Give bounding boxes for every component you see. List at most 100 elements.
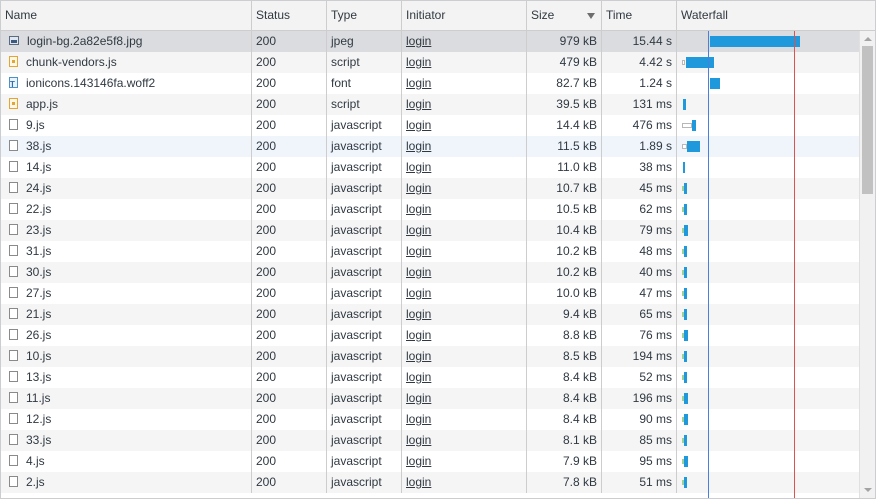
request-row[interactable]: ionicons.143146fa.woff2 200font login 82.7 … <box>1 73 859 94</box>
request-name-cell[interactable]: 31.js <box>1 241 252 262</box>
request-name-cell[interactable]: 22.js <box>1 199 252 220</box>
column-header-type[interactable]: Type <box>327 1 402 30</box>
scrollbar-thumb[interactable] <box>862 46 873 194</box>
request-name-cell[interactable]: 14.js <box>1 157 252 178</box>
column-header-waterfall[interactable]: Waterfall <box>677 1 875 30</box>
request-name: 11.js <box>26 391 51 405</box>
request-row[interactable]: 10.js 200 javascript login 8.5 kB 194 ms <box>1 346 859 367</box>
request-name-cell[interactable]: 21.js <box>1 304 252 325</box>
request-name-cell[interactable]: chunk-vendors.js <box>1 52 252 73</box>
request-size: 8.1 kB <box>527 430 602 451</box>
document-file-icon <box>9 392 18 404</box>
request-size: 10.4 kB <box>527 220 602 241</box>
initiator-link[interactable]: login <box>406 454 431 468</box>
request-row[interactable]: chunk-vendors.js 200 script login 479 kB 4.42… <box>1 52 859 73</box>
request-status: 200 <box>252 241 327 262</box>
request-name-cell[interactable]: 12.js <box>1 409 252 430</box>
request-name-cell[interactable]: 33.js <box>1 430 252 451</box>
request-row[interactable]: 24.js 200 javascript login 10.7 kB 45 ms <box>1 178 859 199</box>
initiator-link[interactable]: login <box>406 265 431 279</box>
request-name-cell[interactable]: login-bg.2a82e5f8.jpg <box>1 31 252 52</box>
initiator-link[interactable]: login <box>406 370 431 384</box>
request-name-cell[interactable]: 24.js <box>1 178 252 199</box>
initiator-link[interactable]: login <box>406 286 431 300</box>
request-name-cell[interactable]: 23.js <box>1 220 252 241</box>
column-header-size[interactable]: Size <box>527 1 602 30</box>
request-name: 4.js <box>26 454 45 468</box>
request-row[interactable]: 27.js 200 javascript login 10.0 kB 47 ms <box>1 283 859 304</box>
initiator-link[interactable]: login <box>406 181 431 195</box>
column-header-initiator[interactable]: Initiator <box>402 1 527 30</box>
column-header-name[interactable]: Name <box>1 1 252 30</box>
request-size: 8.4 kB <box>527 367 602 388</box>
request-row[interactable]: login-bg.2a82e5f8.jpg 200 jpeg login 979 kB 1… <box>1 31 859 52</box>
request-name-cell[interactable]: 38.js <box>1 136 252 157</box>
initiator-link[interactable]: login <box>406 34 431 48</box>
initiator-link[interactable]: login <box>406 412 431 426</box>
initiator-link[interactable]: login <box>406 244 431 258</box>
request-waterfall <box>677 52 859 73</box>
initiator-link[interactable]: login <box>406 202 431 216</box>
request-initiator-cell: login <box>402 136 527 157</box>
initiator-link[interactable]: login <box>406 475 431 489</box>
request-row[interactable]: 14.js 200 javascript login 11.0 kB 38 ms <box>1 157 859 178</box>
initiator-link[interactable]: login <box>406 76 431 90</box>
initiator-link[interactable]: login <box>406 307 431 321</box>
request-name-cell[interactable]: 30.js <box>1 262 252 283</box>
request-name-cell[interactable]: 27.js <box>1 283 252 304</box>
request-name-cell[interactable]: 13.js <box>1 367 252 388</box>
script-file-icon <box>9 98 18 110</box>
column-header-row: Name Status Type Initiator Size Time Wat… <box>1 1 875 31</box>
request-row[interactable]: 26.js 200 javascript login 8.8 kB 76 ms <box>1 325 859 346</box>
initiator-link[interactable]: login <box>406 349 431 363</box>
request-row[interactable]: 21.js 200 javascript login 9.4 kB 65 ms <box>1 304 859 325</box>
request-name-cell[interactable]: 11.js <box>1 388 252 409</box>
request-size: 479 kB <box>527 52 602 73</box>
request-size: 7.8 kB <box>527 472 602 493</box>
column-header-time[interactable]: Time <box>602 1 677 30</box>
column-header-status[interactable]: Status <box>252 1 327 30</box>
request-row[interactable]: 11.js 200 javascript login 8.4 kB 196 ms <box>1 388 859 409</box>
request-row[interactable]: 13.js 200 javascript login 8.4 kB 52 ms <box>1 367 859 388</box>
request-row[interactable]: 38.js 200 javascript login 11.5 kB 1.89 s <box>1 136 859 157</box>
request-row[interactable]: app.js 200 script login 39.5 kB 131 ms <box>1 94 859 115</box>
initiator-link[interactable]: login <box>406 328 431 342</box>
initiator-link[interactable]: login <box>406 139 431 153</box>
initiator-link[interactable]: login <box>406 223 431 237</box>
scroll-up-arrow-icon[interactable] <box>864 37 872 41</box>
request-row[interactable]: 31.js 200 javascript login 10.2 kB 48 ms <box>1 241 859 262</box>
request-row[interactable]: 30.js 200 javascript login 10.2 kB 40 ms <box>1 262 859 283</box>
request-row[interactable]: 4.js 200 javascript login 7.9 kB 95 ms <box>1 451 859 472</box>
vertical-scrollbar[interactable] <box>859 31 875 498</box>
request-name-cell[interactable]: 26.js <box>1 325 252 346</box>
request-row[interactable]: 22.js 200 javascript login 10.5 kB 62 ms <box>1 199 859 220</box>
request-initiator-cell: login <box>402 283 527 304</box>
request-time: 1.24 s <box>602 73 677 94</box>
request-initiator-cell: login <box>402 52 527 73</box>
request-name-cell[interactable]: 4.js <box>1 451 252 472</box>
request-name-cell[interactable]: ionicons.143146fa.woff2 <box>1 73 252 94</box>
request-name-cell[interactable]: app.js <box>1 94 252 115</box>
request-status: 200 <box>252 472 327 493</box>
request-row[interactable]: 2.js 200 javascript login 7.8 kB 51 ms <box>1 472 859 493</box>
request-row[interactable]: 9.js 200 javascript login 14.4 kB 476 ms <box>1 115 859 136</box>
waterfall-download-bar <box>684 246 687 257</box>
scroll-down-arrow-icon[interactable] <box>864 488 872 492</box>
waterfall-download-bar <box>684 330 688 341</box>
request-name-cell[interactable]: 10.js <box>1 346 252 367</box>
request-time: 62 ms <box>602 199 677 220</box>
request-initiator-cell: login <box>402 157 527 178</box>
request-name-cell[interactable]: 2.js <box>1 472 252 493</box>
initiator-link[interactable]: login <box>406 118 431 132</box>
initiator-link[interactable]: login <box>406 160 431 174</box>
request-status: 200 <box>252 52 327 73</box>
initiator-link[interactable]: login <box>406 433 431 447</box>
request-name-cell[interactable]: 9.js <box>1 115 252 136</box>
request-row[interactable]: 23.js 200 javascript login 10.4 kB 79 ms <box>1 220 859 241</box>
initiator-link[interactable]: login <box>406 391 431 405</box>
initiator-link[interactable]: login <box>406 97 431 111</box>
request-row[interactable]: 33.js 200 javascript login 8.1 kB 85 ms <box>1 430 859 451</box>
request-row[interactable]: 12.js 200 javascript login 8.4 kB 90 ms <box>1 409 859 430</box>
initiator-link[interactable]: login <box>406 55 431 69</box>
request-waterfall <box>677 325 859 346</box>
